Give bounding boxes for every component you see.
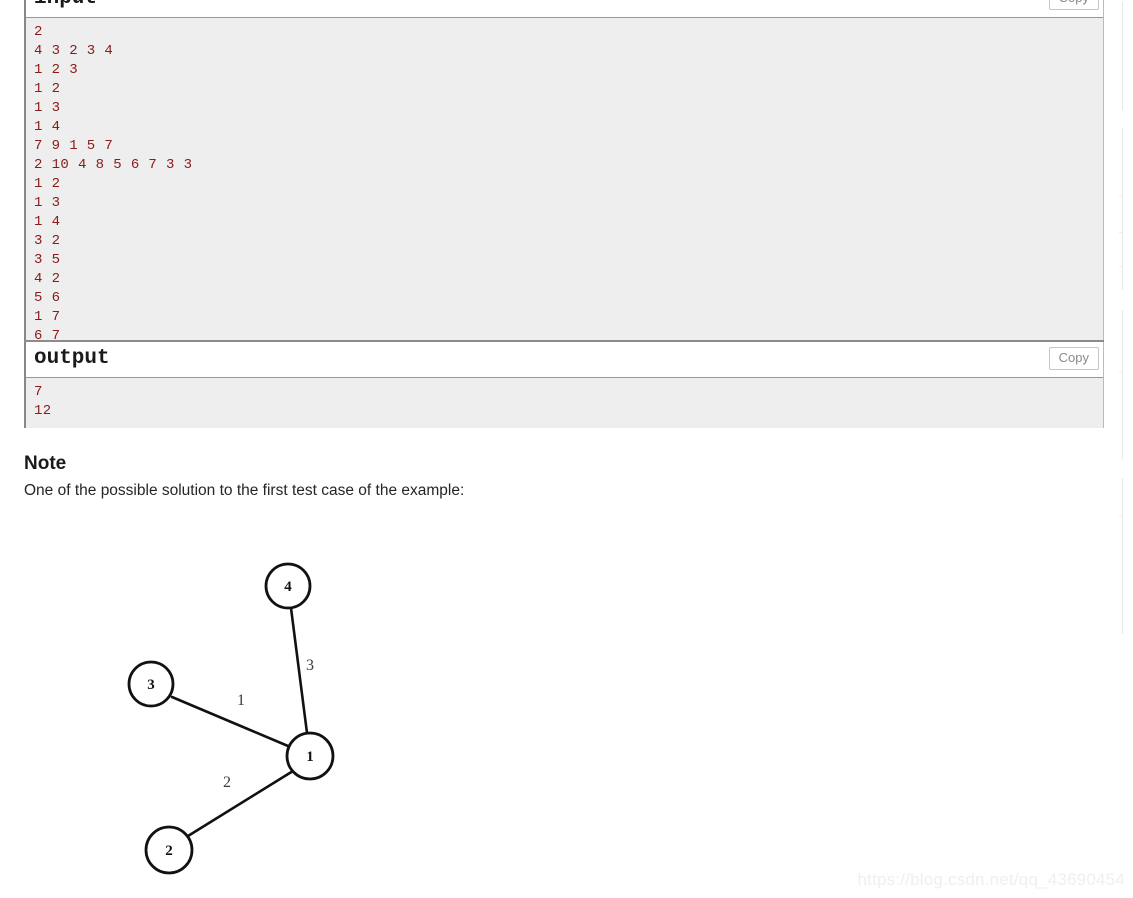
output-block: output Copy 7 12 bbox=[24, 342, 1104, 428]
graph-node-label-2: 2 bbox=[165, 843, 173, 859]
graph-edge-3-1 bbox=[170, 695, 290, 748]
note-section: Note One of the possible solution to the… bbox=[24, 452, 924, 502]
graph-edge-4-1 bbox=[289, 606, 309, 735]
edge-weight-label-3-1: 1 bbox=[237, 692, 245, 709]
edge-weight-label-2-1: 2 bbox=[223, 774, 231, 791]
example-graph-figure: 4 3 1 2 3 1 2 bbox=[0, 520, 620, 898]
edge-weight-label-4-1: 3 bbox=[306, 657, 314, 674]
watermark: https://blog.csdn.net/qq_43690454 bbox=[857, 870, 1125, 889]
input-content: 2 4 3 2 3 4 1 2 3 1 2 1 3 1 4 7 9 1 5 7 … bbox=[26, 18, 1103, 344]
note-heading: Note bbox=[24, 453, 67, 474]
graph-nodes: 4 3 1 2 bbox=[127, 562, 335, 875]
copy-output-button[interactable]: Copy bbox=[1048, 347, 1099, 370]
graph-node-label-1: 1 bbox=[306, 749, 314, 765]
output-title-bar: output Copy bbox=[26, 342, 1103, 378]
input-title-bar: input Copy bbox=[26, 0, 1103, 18]
graph-edge-2-1 bbox=[186, 769, 295, 838]
input-block: input Copy 2 4 3 2 3 4 1 2 3 1 2 1 3 1 4… bbox=[24, 0, 1104, 344]
copy-input-button[interactable]: Copy bbox=[1048, 0, 1099, 10]
input-title: input bbox=[34, 0, 1103, 14]
output-content: 7 12 bbox=[26, 378, 1103, 428]
graph-node-label-3: 3 bbox=[147, 677, 155, 693]
graph-svg: 4 3 1 2 3 1 2 bbox=[127, 562, 335, 875]
graph-edges bbox=[170, 606, 309, 838]
page-edge-artifacts bbox=[1100, 0, 1133, 898]
sample-tests: input Copy 2 4 3 2 3 4 1 2 3 1 2 1 3 1 4… bbox=[24, 0, 1104, 428]
output-title: output bbox=[34, 347, 110, 370]
note-text: One of the possible solution to the firs… bbox=[24, 482, 465, 499]
graph-node-label-4: 4 bbox=[284, 579, 292, 595]
